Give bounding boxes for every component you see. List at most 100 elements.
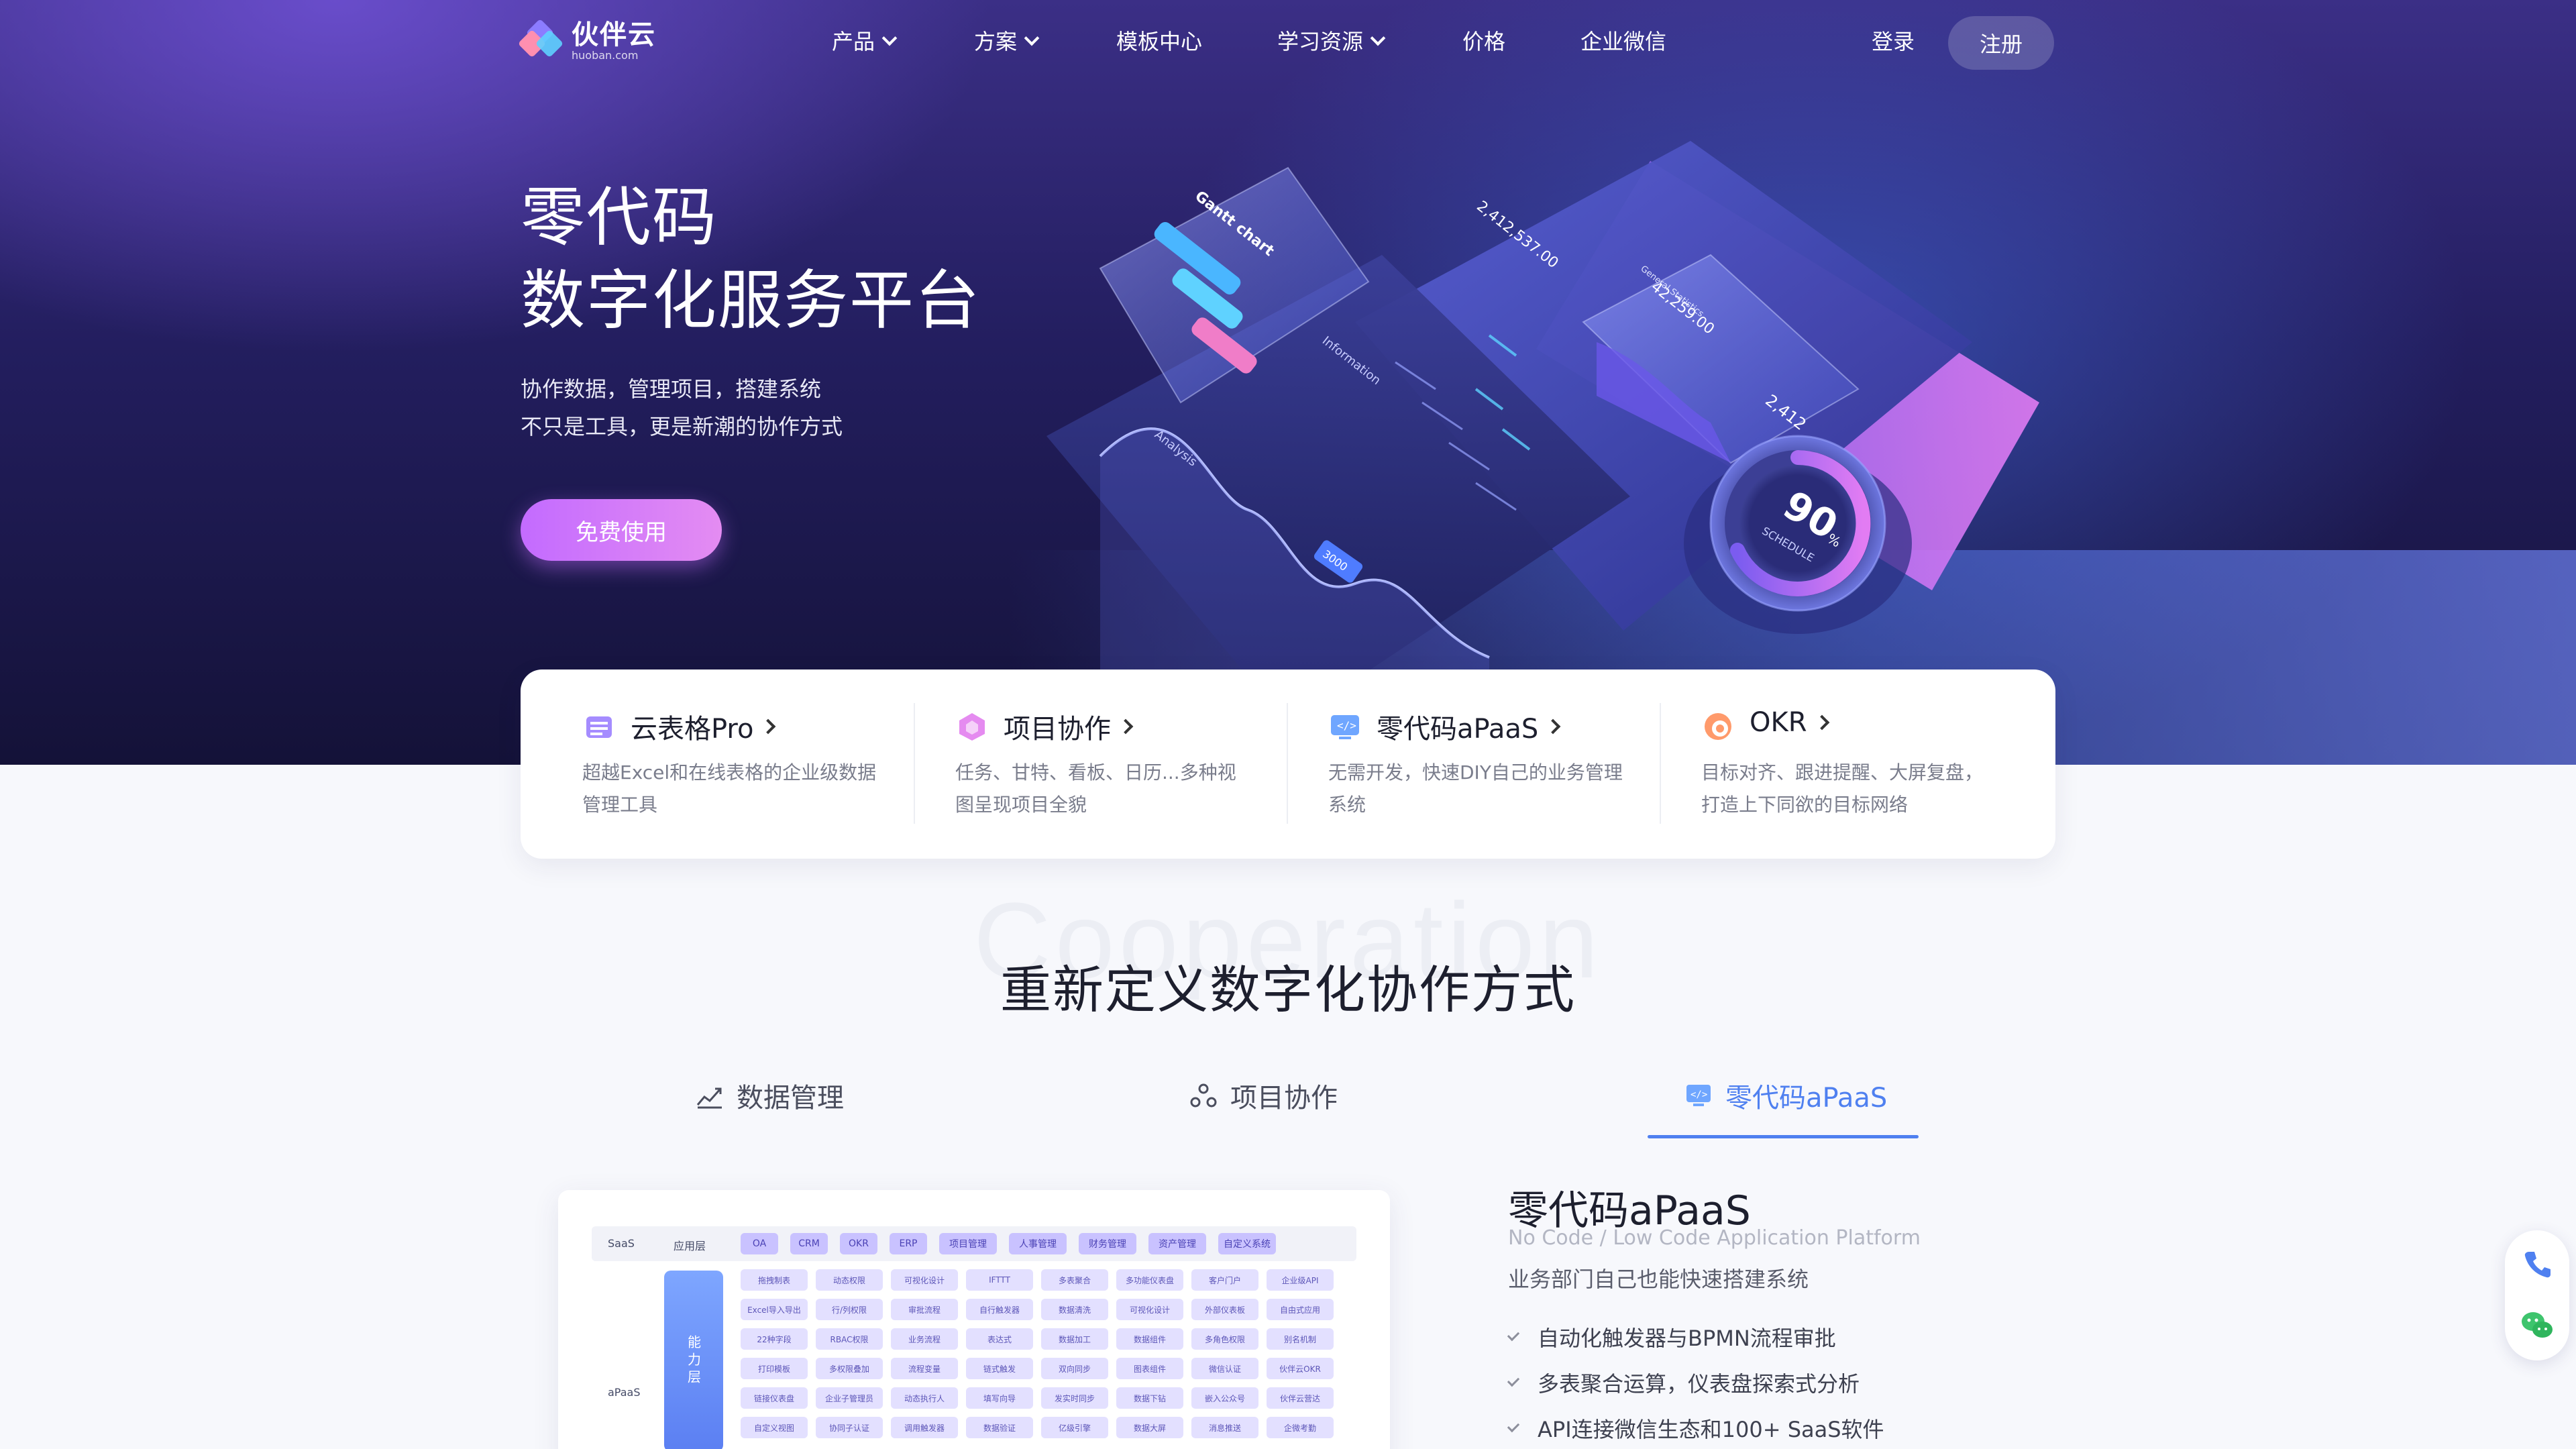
capability-chip: Excel导入导出 <box>741 1299 808 1320</box>
svg-text:</>: </> <box>1690 1089 1707 1100</box>
detail-subtitle: No Code / Low Code Application Platform <box>1508 1226 1921 1250</box>
check-icon <box>1507 1419 1520 1433</box>
capability-chip: 自定义视图 <box>741 1417 808 1438</box>
capability-row: 自定义视图 协同子认证 调用触发器 数据验证 亿级引擎 数据大屏 消息推送 企微考勤 <box>741 1417 1342 1438</box>
capability-chip: 填写向导 <box>966 1387 1033 1409</box>
nav-item-solutions[interactable]: 方案 <box>974 25 1040 58</box>
brand-logo[interactable]: 伙伴云 huoban.com <box>517 18 656 62</box>
app-layer-chips: OA CRM OKR ERP 项目管理 人事管理 财务管理 资产管理 自定义系统 <box>741 1233 1288 1254</box>
app-chip: 资产管理 <box>1148 1233 1206 1254</box>
capability-chip: 数据下钻 <box>1116 1387 1183 1409</box>
card-title: 云表格Pro <box>631 714 754 745</box>
free-trial-button[interactable]: 免费使用 <box>521 499 722 561</box>
capability-row: Excel导入导出 行/列权限 审批流程 自行触发器 数据清洗 可视化设计 外部仪表板 自由式… <box>741 1299 1342 1320</box>
chevron-down-icon <box>1370 30 1386 46</box>
product-card-project[interactable]: 项目协作 任务、甘特、看板、日历...多种视图呈现项目全貌 <box>894 669 1267 859</box>
login-link[interactable]: 登录 <box>1872 25 1915 58</box>
chevron-down-icon <box>1024 30 1040 46</box>
capability-chip: 多权限叠加 <box>816 1358 883 1379</box>
capability-row: 拖拽制表 动态权限 可视化设计 IFTTT 多表聚合 多功能仪表盘 客户门户 企业级API <box>741 1269 1342 1291</box>
capability-chip: 可视化设计 <box>1116 1299 1183 1320</box>
capability-chip: 伙伴云营达 <box>1267 1387 1334 1409</box>
detail-desc: 业务部门自己也能快速搭建系统 <box>1508 1267 1809 1292</box>
collab-icon <box>1190 1083 1217 1108</box>
tab-data-management[interactable]: 数据管理 <box>695 1076 844 1115</box>
capability-chip: 多角色权限 <box>1191 1328 1258 1350</box>
feature-item: 多表聚合运算，仪表盘探索式分析 <box>1507 1367 1860 1398</box>
app-chip: OA <box>741 1233 778 1254</box>
app-chip: 人事管理 <box>1009 1233 1067 1254</box>
capability-chip: 客户门户 <box>1191 1269 1258 1291</box>
capability-chip: 链接仪表盘 <box>741 1387 808 1409</box>
capability-row: 打印模板 多权限叠加 流程变量 链式触发 双向同步 图表组件 微信认证 伙伴云OKR <box>741 1358 1342 1379</box>
card-desc: 目标对齐、跟进提醒、大屏复盘，打造上下同欲的目标网络 <box>1701 761 1984 816</box>
tab-apaas[interactable]: </> 零代码aPaaS <box>1684 1076 1887 1115</box>
capability-chip: 拖拽制表 <box>741 1269 808 1291</box>
capability-chip: 发实时同步 <box>1041 1387 1108 1409</box>
apaas-label: aPaaS <box>608 1386 641 1399</box>
logo-mark-icon <box>517 18 564 62</box>
sheet-icon <box>586 716 612 738</box>
code-icon: </> <box>1686 1085 1711 1106</box>
feature-item: 自动化触发器与BPMN流程审批 <box>1507 1322 1836 1352</box>
card-desc: 无需开发，快速DIY自己的业务管理系统 <box>1328 761 1623 816</box>
svg-text:</>: </> <box>1337 719 1356 732</box>
capability-chip: 图表组件 <box>1116 1358 1183 1379</box>
chevron-right-icon <box>1545 718 1561 735</box>
product-card-apaas[interactable]: </> 零代码aPaaS 无需开发，快速DIY自己的业务管理系统 <box>1267 669 1640 859</box>
capability-chip: IFTTT <box>966 1269 1033 1291</box>
app-chip: 项目管理 <box>939 1233 997 1254</box>
capability-chip: 数据大屏 <box>1116 1417 1183 1438</box>
capability-chip: 数据加工 <box>1041 1328 1108 1350</box>
card-title: OKR <box>1750 707 1807 738</box>
saas-label: SaaS <box>608 1237 635 1250</box>
capability-chip: 可视化设计 <box>891 1269 958 1291</box>
nav-item-product[interactable]: 产品 <box>832 25 898 58</box>
capability-chip: 行/列权限 <box>816 1299 883 1320</box>
tab-project[interactable]: 项目协作 <box>1189 1076 1338 1115</box>
nav-item-templates[interactable]: 模板中心 <box>1116 25 1202 58</box>
capability-chip: 链式触发 <box>966 1358 1033 1379</box>
capability-chip: 自行触发器 <box>966 1299 1033 1320</box>
app-chip: CRM <box>790 1233 828 1254</box>
app-chip: OKR <box>840 1233 877 1254</box>
chevron-right-icon <box>1814 714 1829 731</box>
capability-chip: 数据清洗 <box>1041 1299 1108 1320</box>
nav-item-pricing[interactable]: 价格 <box>1462 25 1505 58</box>
app-layer-label: 应用层 <box>674 1240 706 1252</box>
check-icon <box>1507 1328 1520 1342</box>
product-cards: 云表格Pro 超越Excel和在线表格的企业级数据管理工具 项目协作 任务、甘特… <box>521 669 2055 859</box>
capability-chip: 自由式应用 <box>1267 1299 1334 1320</box>
brand-name: 伙伴云 <box>572 19 656 50</box>
nav-item-wecom[interactable]: 企业微信 <box>1580 25 1666 58</box>
card-desc: 任务、甘特、看板、日历...多种视图呈现项目全貌 <box>955 761 1236 816</box>
hero-title: 零代码 数字化服务平台 <box>521 180 981 338</box>
card-title: 零代码aPaaS <box>1377 714 1539 745</box>
phone-icon[interactable] <box>2520 1246 2555 1281</box>
capability-chip: 数据组件 <box>1116 1328 1183 1350</box>
code-icon: </> <box>1331 715 1359 739</box>
signup-button[interactable]: 注册 <box>1948 16 2054 70</box>
project-icon <box>959 713 985 741</box>
chevron-right-icon <box>1118 718 1134 735</box>
capability-chip: 别名机制 <box>1267 1328 1334 1350</box>
capability-chip: RBAC权限 <box>816 1328 883 1350</box>
capability-chip: 动态执行人 <box>891 1387 958 1409</box>
nav-item-learning[interactable]: 学习资源 <box>1277 25 1386 58</box>
capability-chip: 表达式 <box>966 1328 1033 1350</box>
capability-chip: 嵌入公众号 <box>1191 1387 1258 1409</box>
capability-chip: 22种字段 <box>741 1328 808 1350</box>
capability-chip: 多表聚合 <box>1041 1269 1108 1291</box>
app-chip: 自定义系统 <box>1218 1233 1276 1254</box>
capability-chip: 消息推送 <box>1191 1417 1258 1438</box>
capability-row: 链接仪表盘 企业子管理员 动态执行人 填写向导 发实时同步 数据下钻 嵌入公众号 伙伴云营达 <box>741 1387 1342 1409</box>
architecture-diagram: SaaS 应用层 OA CRM OKR ERP 项目管理 人事管理 财务管理 资产管理 自定义系… <box>558 1190 1390 1449</box>
product-card-okr[interactable]: OKR 目标对齐、跟进提醒、大屏复盘，打造上下同欲的目标网络 <box>1640 669 2012 859</box>
wechat-icon[interactable] <box>2518 1307 2556 1344</box>
active-tab-indicator <box>1648 1135 1919 1138</box>
capability-row: 22种字段 RBAC权限 业务流程 表达式 数据加工 数据组件 多角色权限 别名机制 <box>741 1328 1342 1350</box>
capability-chip: 数据验证 <box>966 1417 1033 1438</box>
check-icon <box>1507 1374 1520 1387</box>
product-card-sheet[interactable]: 云表格Pro 超越Excel和在线表格的企业级数据管理工具 <box>521 669 894 859</box>
capability-chip: 动态权限 <box>816 1269 883 1291</box>
